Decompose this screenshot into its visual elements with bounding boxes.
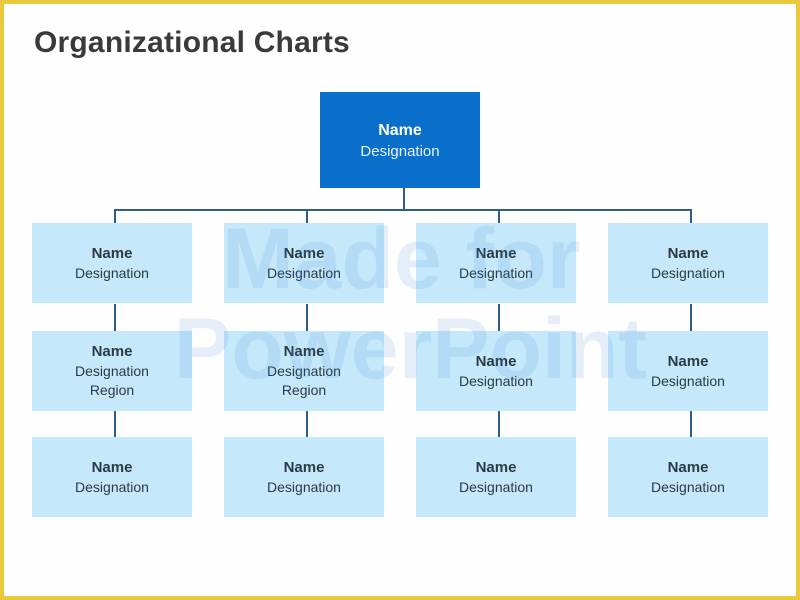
node-designation: Designation	[651, 264, 725, 281]
node-name: Name	[91, 244, 133, 262]
node-name: Name	[475, 244, 517, 262]
node-name: Name	[91, 458, 133, 476]
node-region: Region	[281, 382, 327, 398]
node-name: Name	[475, 458, 517, 476]
connector-root-down	[403, 188, 405, 210]
node-designation: Designation	[459, 264, 533, 281]
org-node-col4-level1[interactable]: Name Designation	[608, 223, 768, 303]
org-node-root[interactable]: Name Designation	[320, 92, 480, 188]
org-node-col2-level1[interactable]: Name Designation	[224, 223, 384, 303]
connector-col3-l1-l2	[498, 304, 500, 334]
node-name: Name	[91, 343, 133, 360]
org-node-col2-level3[interactable]: Name Designation	[224, 437, 384, 517]
org-node-col3-level1[interactable]: Name Designation	[416, 223, 576, 303]
node-designation: Designation	[651, 372, 725, 389]
node-designation: Designation	[75, 363, 149, 379]
node-designation: Designation	[267, 363, 341, 379]
node-name: Name	[283, 343, 325, 360]
node-designation: Designation	[75, 478, 149, 495]
node-name: Name	[667, 458, 709, 476]
slide-title: Organizational Charts	[34, 26, 350, 59]
connector-horizontal-bar	[114, 209, 692, 211]
org-node-col2-level2[interactable]: Name Designation Region	[224, 331, 384, 411]
node-designation: Designation	[267, 264, 341, 281]
node-name: Name	[378, 121, 422, 139]
connector-col3-l2-l3	[498, 410, 500, 440]
node-designation: Designation	[360, 142, 440, 160]
node-name: Name	[667, 244, 709, 262]
connector-col1-l1-l2	[114, 304, 116, 334]
connector-col4-l1-l2	[690, 304, 692, 334]
node-designation: Designation	[459, 478, 533, 495]
connector-col2-l1-l2	[306, 304, 308, 334]
node-designation: Designation	[75, 264, 149, 281]
connector-col2-l2-l3	[306, 410, 308, 440]
connector-col1-l2-l3	[114, 410, 116, 440]
org-node-col4-level3[interactable]: Name Designation	[608, 437, 768, 517]
node-designation: Designation	[459, 372, 533, 389]
slide-frame: Organizational Charts Name Designation N…	[0, 0, 800, 600]
org-node-col1-level2[interactable]: Name Designation Region	[32, 331, 192, 411]
org-node-col3-level3[interactable]: Name Designation	[416, 437, 576, 517]
org-node-col4-level2[interactable]: Name Designation	[608, 331, 768, 411]
org-node-col1-level3[interactable]: Name Designation	[32, 437, 192, 517]
connector-col4-l2-l3	[690, 410, 692, 440]
org-node-col1-level1[interactable]: Name Designation	[32, 223, 192, 303]
node-name: Name	[283, 458, 325, 476]
node-name: Name	[283, 244, 325, 262]
org-node-col3-level2[interactable]: Name Designation	[416, 331, 576, 411]
node-designation: Designation	[267, 478, 341, 495]
node-designation: Designation	[651, 478, 725, 495]
node-name: Name	[475, 352, 517, 370]
node-region: Region	[89, 382, 135, 398]
node-name: Name	[667, 352, 709, 370]
